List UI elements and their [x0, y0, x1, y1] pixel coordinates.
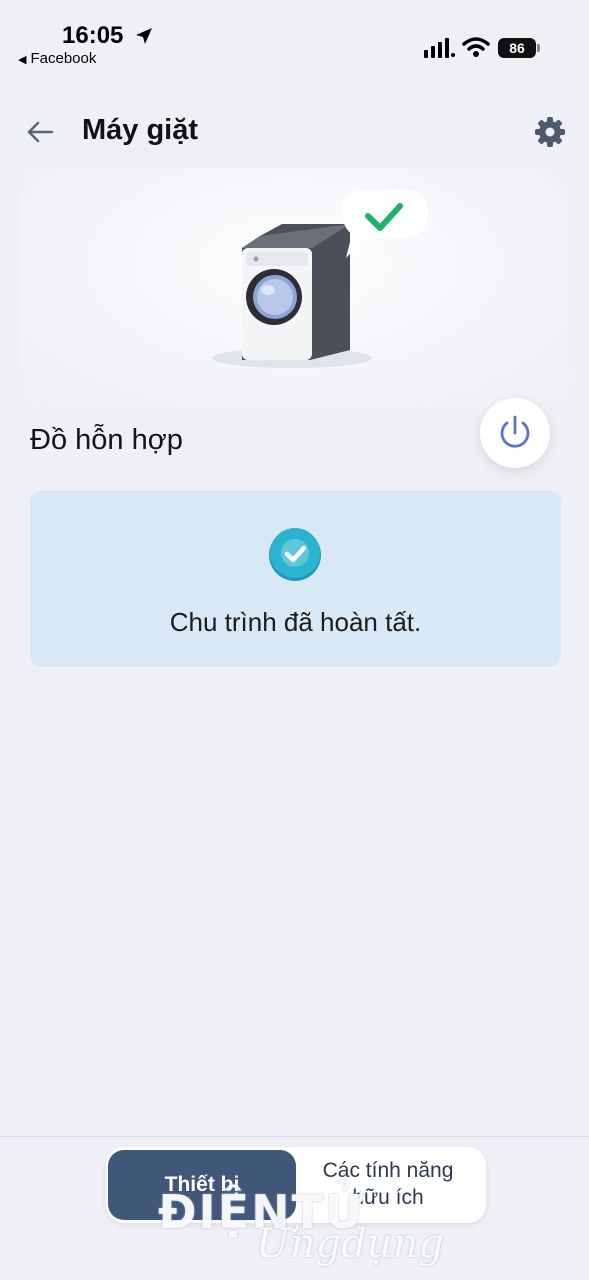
segmented-control: Thiết bị Các tính năng hữu ích: [106, 1147, 486, 1223]
tab-useful-features[interactable]: Các tính năng hữu ích: [302, 1157, 474, 1211]
power-icon: [500, 415, 530, 448]
app-header: Máy giặt: [0, 100, 589, 164]
status-time: 16:05: [62, 22, 124, 49]
tab-useful-features-line2: hữu ích: [352, 1186, 424, 1209]
back-app-label: Facebook: [30, 50, 97, 67]
washing-machine-image: [212, 190, 428, 368]
page-title: Máy giặt: [82, 114, 199, 146]
gear-icon[interactable]: [532, 114, 568, 150]
watermark-line2: Ứngdụng: [256, 1221, 444, 1267]
cellular-signal-icon: [424, 38, 455, 58]
arrow-left-icon[interactable]: [22, 116, 58, 148]
cycle-status-card: Chu trình đã hoàn tất.: [30, 491, 561, 667]
battery-indicator: 86: [498, 38, 540, 58]
bottom-navigation: Thiết bị Các tính năng hữu ích ĐIỆNTỬ Ứn…: [0, 1136, 589, 1280]
tab-useful-features-line1: Các tính năng: [322, 1159, 454, 1182]
tab-devices[interactable]: Thiết bị: [108, 1150, 296, 1220]
back-to-app-link[interactable]: ◀ Facebook: [18, 50, 96, 67]
status-bar: 16:05 ◀ Facebook 86: [0, 0, 589, 72]
power-button[interactable]: [480, 398, 550, 468]
cycle-name: Đồ hỗn hợp: [30, 424, 183, 456]
device-illustration: [20, 168, 569, 408]
wifi-icon: [462, 37, 490, 57]
location-arrow-icon: [136, 28, 152, 44]
back-triangle-icon: ◀: [18, 54, 27, 66]
check-circle-icon: [269, 528, 321, 581]
cycle-status-message: Chu trình đã hoàn tất.: [169, 607, 422, 637]
